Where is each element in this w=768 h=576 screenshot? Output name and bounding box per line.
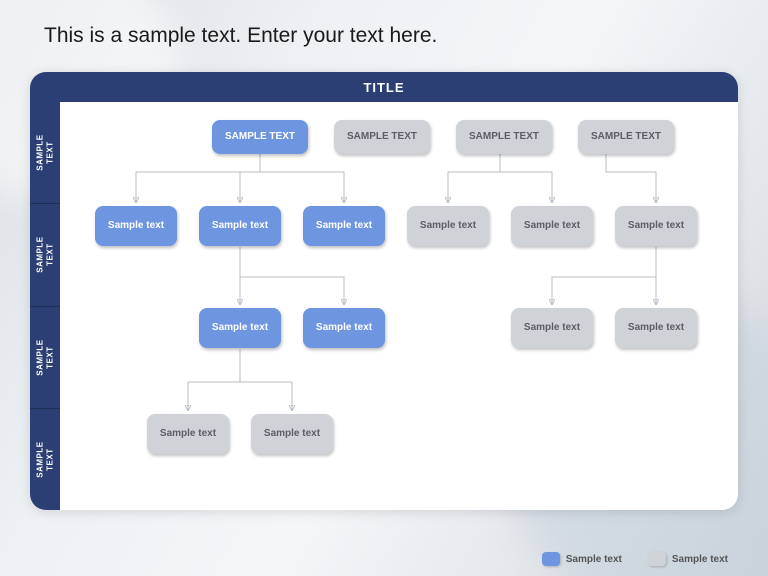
node-label: Sample text — [524, 322, 580, 334]
node-label: Sample text — [628, 220, 684, 232]
node-label: Sample text — [212, 220, 268, 232]
legend-item-blue: Sample text — [542, 552, 622, 566]
side-label-1: SAMPLE TEXT — [30, 203, 60, 305]
node-label: Sample text — [420, 220, 476, 232]
node-r3-1: Sample text — [303, 308, 385, 348]
node-r2-4: Sample text — [511, 206, 593, 246]
node-r1-0: SAMPLE TEXT — [212, 120, 308, 154]
node-r2-0: Sample text — [95, 206, 177, 246]
node-label: Sample text — [316, 220, 372, 232]
node-r2-2: Sample text — [303, 206, 385, 246]
node-r2-5: Sample text — [615, 206, 697, 246]
page-heading: This is a sample text. Enter your text h… — [44, 24, 437, 48]
node-r4-1: Sample text — [251, 414, 333, 454]
node-label: Sample text — [160, 428, 216, 440]
node-r3-2: Sample text — [511, 308, 593, 348]
node-r2-3: Sample text — [407, 206, 489, 246]
legend-item-gray: Sample text — [648, 552, 728, 566]
node-r4-0: Sample text — [147, 414, 229, 454]
node-label: SAMPLE TEXT — [591, 131, 661, 143]
node-r2-1: Sample text — [199, 206, 281, 246]
node-r1-2: SAMPLE TEXT — [456, 120, 552, 154]
side-label-text: SAMPLE TEXT — [35, 339, 54, 375]
node-label: Sample text — [212, 322, 268, 334]
node-r1-3: SAMPLE TEXT — [578, 120, 674, 154]
legend-label: Sample text — [672, 554, 728, 565]
legend-swatch-blue — [542, 552, 560, 566]
side-label-0: SAMPLE TEXT — [30, 102, 60, 203]
legend-label: Sample text — [566, 554, 622, 565]
side-label-2: SAMPLE TEXT — [30, 306, 60, 408]
node-label: SAMPLE TEXT — [225, 131, 295, 143]
node-label: Sample text — [524, 220, 580, 232]
node-r3-0: Sample text — [199, 308, 281, 348]
side-label-text: SAMPLE TEXT — [35, 441, 54, 477]
diagram-canvas: SAMPLE TEXT SAMPLE TEXT SAMPLE TEXT SAMP… — [60, 102, 738, 510]
node-r3-3: Sample text — [615, 308, 697, 348]
legend-swatch-gray — [648, 552, 666, 566]
side-label-text: SAMPLE TEXT — [35, 237, 54, 273]
node-label: Sample text — [628, 322, 684, 334]
side-column: SAMPLE TEXT SAMPLE TEXT SAMPLE TEXT SAMP… — [30, 102, 60, 510]
node-label: Sample text — [316, 322, 372, 334]
panel-title: TITLE — [30, 72, 738, 102]
node-label: Sample text — [108, 220, 164, 232]
node-label: SAMPLE TEXT — [347, 131, 417, 143]
node-r1-1: SAMPLE TEXT — [334, 120, 430, 154]
side-label-3: SAMPLE TEXT — [30, 408, 60, 510]
legend: Sample text Sample text — [542, 552, 728, 566]
node-label: SAMPLE TEXT — [469, 131, 539, 143]
side-label-text: SAMPLE TEXT — [35, 134, 54, 170]
node-label: Sample text — [264, 428, 320, 440]
diagram-panel: TITLE SAMPLE TEXT SAMPLE TEXT SAMPLE TEX… — [30, 72, 738, 510]
